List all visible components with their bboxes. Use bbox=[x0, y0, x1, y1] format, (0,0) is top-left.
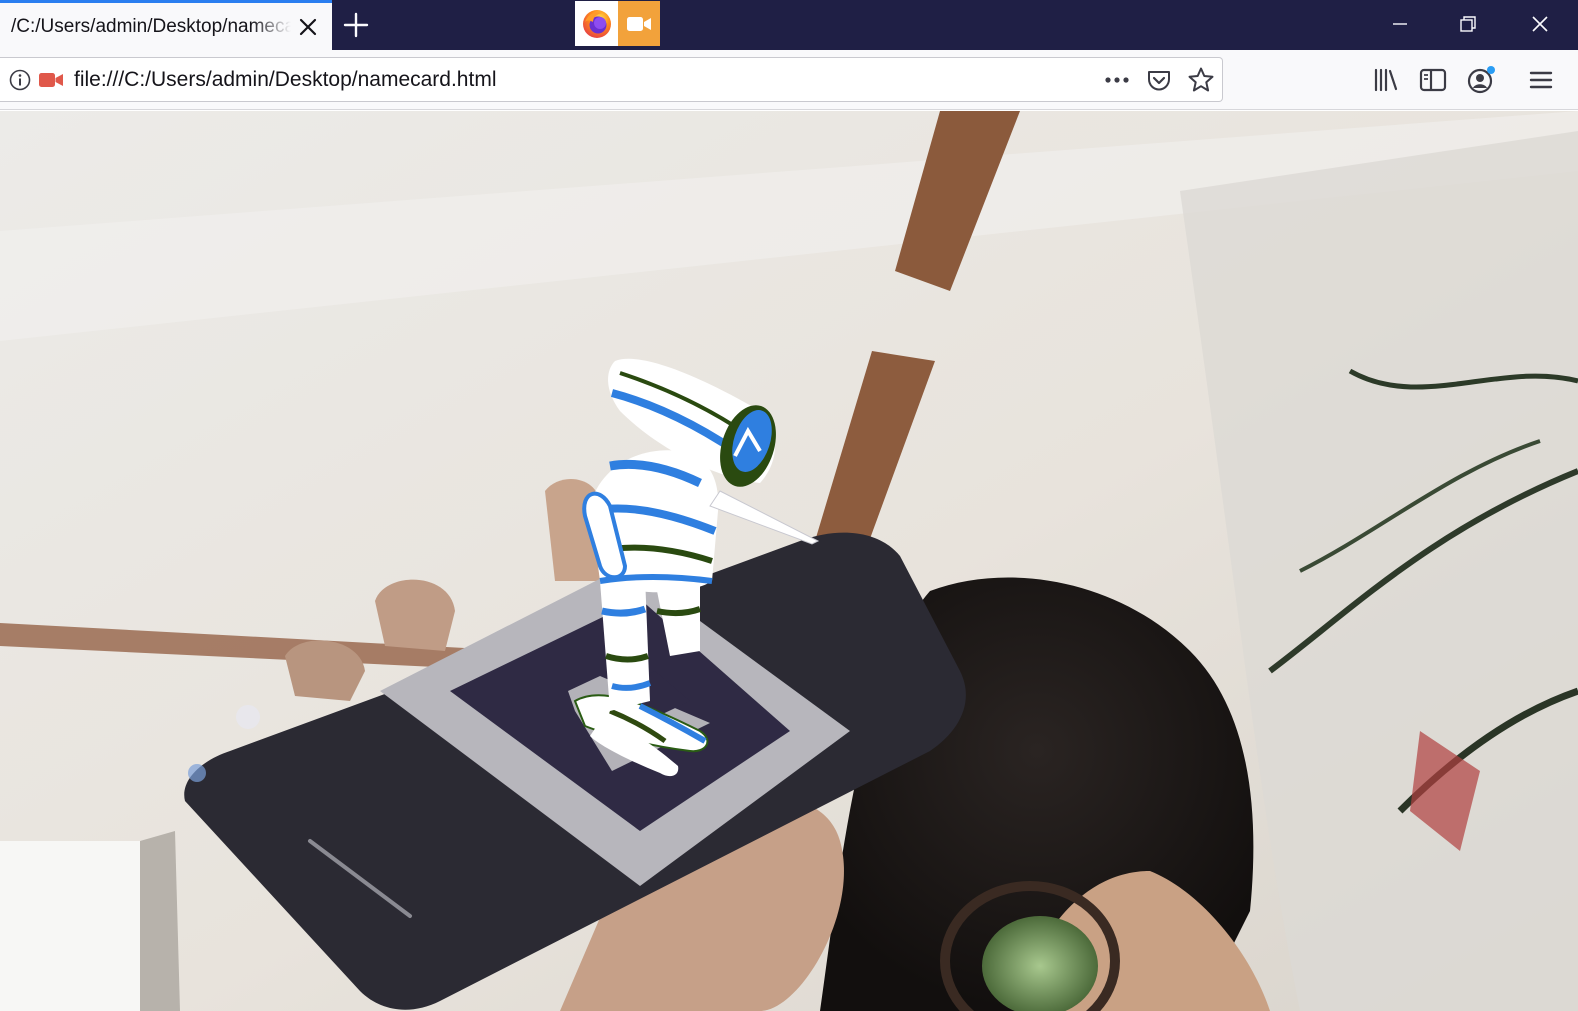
camera-icon bbox=[618, 1, 660, 46]
finger bbox=[375, 579, 455, 651]
hamburger-menu-icon[interactable] bbox=[1525, 64, 1557, 96]
url-bar[interactable]: file:///C:/Users/admin/Desktop/namecard.… bbox=[0, 57, 1223, 102]
pocket-icon[interactable] bbox=[1146, 67, 1172, 93]
account-icon[interactable] bbox=[1465, 64, 1497, 96]
firefox-logo-icon bbox=[575, 1, 618, 46]
url-text[interactable]: file:///C:/Users/admin/Desktop/namecard.… bbox=[74, 68, 496, 92]
navigation-toolbar: file:///C:/Users/admin/Desktop/namecard.… bbox=[0, 50, 1578, 110]
bookmark-star-icon[interactable] bbox=[1187, 66, 1215, 94]
tab-title: /C:/Users/admin/Desktop/namecard.html bbox=[11, 15, 291, 37]
sidebar-icon[interactable] bbox=[1417, 64, 1449, 96]
tab-close-icon[interactable] bbox=[296, 15, 320, 39]
minimize-icon[interactable] bbox=[1366, 0, 1434, 48]
tab-active[interactable]: /C:/Users/admin/Desktop/namecard.html bbox=[0, 0, 332, 50]
title-bar: /C:/Users/admin/Desktop/namecard.html bbox=[0, 0, 1578, 50]
info-icon[interactable] bbox=[8, 68, 32, 92]
sharing-indicator[interactable] bbox=[575, 1, 660, 46]
ar-camera-view[interactable] bbox=[0, 111, 1578, 1011]
plus-icon[interactable] bbox=[342, 11, 370, 39]
camera-permission-icon[interactable] bbox=[38, 70, 64, 90]
more-actions-icon[interactable] bbox=[1102, 67, 1132, 93]
close-icon[interactable] bbox=[1502, 0, 1578, 48]
restore-icon[interactable] bbox=[1434, 0, 1502, 48]
library-icon[interactable] bbox=[1370, 64, 1402, 96]
ar-scene bbox=[0, 111, 1578, 1011]
window-light bbox=[0, 841, 140, 1011]
